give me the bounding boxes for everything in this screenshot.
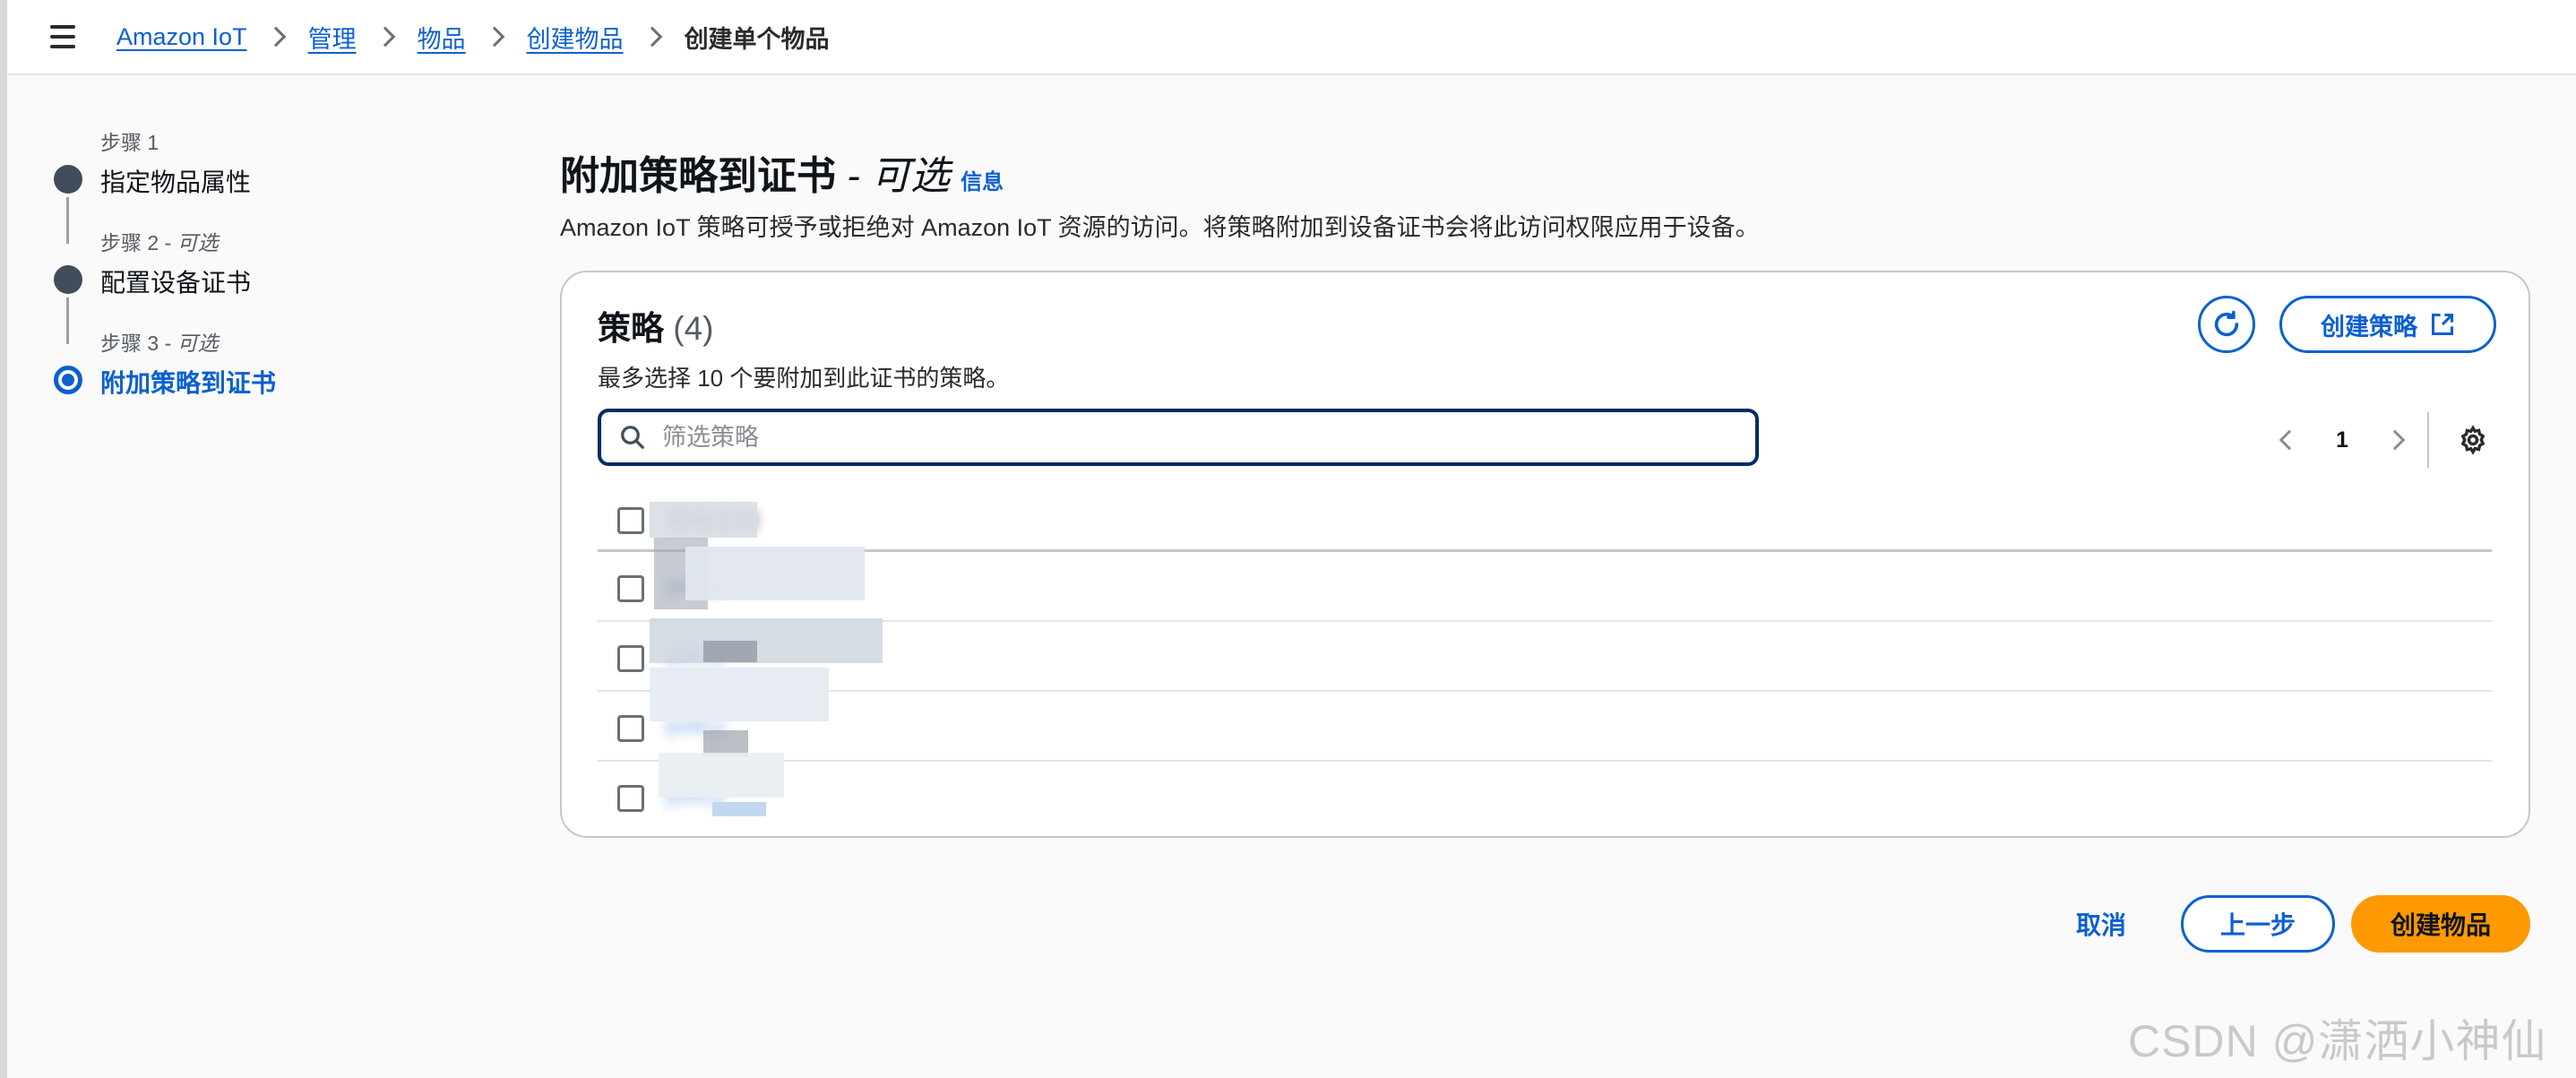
create-policy-label: 创建策略 [2321,313,2417,341]
cancel-button[interactable]: 取消 [2052,896,2150,952]
policies-table: 策略名称 policy policy policy policy [598,484,2492,832]
pagination: 1 [2279,412,2429,468]
breadcrumb: Amazon IoT 管理 物品 创建物品 创建单个物品 [116,20,830,55]
wizard-step-1[interactable]: 步骤 1 指定物品属性 [47,125,276,244]
policies-title: 策略 [598,310,664,347]
page-title-optional: - 可选 [836,154,951,198]
wizard-step-2[interactable]: 步骤 2 - 可选 配置设备证书 [47,226,276,344]
step-title: 配置设备证书 [100,269,252,297]
table-row: policy [598,762,2492,832]
policies-container: 策略 (4) 最多选择 10 个要附加到此证书的策略。 创建策略 筛选策略 1 … [560,271,2530,838]
policies-count: (4) [673,310,714,347]
page-title: 附加策略到证书 - 可选 信息 [560,143,1004,201]
breadcrumb-link-manage[interactable]: 管理 [308,20,357,55]
breadcrumb-current: 创建单个物品 [684,25,830,53]
wizard-steps: 步骤 1 指定物品属性 步骤 2 - 可选 配置设备证书 步骤 3 - 可选 附… [47,125,276,427]
step-current-icon [54,366,82,394]
wizard-step-3: 步骤 3 - 可选 附加策略到证书 [47,326,276,427]
row-checkbox[interactable] [617,645,644,672]
page-description: Amazon IoT 策略可授予或拒绝对 Amazon IoT 资源的访问。将策… [560,214,1760,241]
page: Amazon IoT 管理 物品 创建物品 创建单个物品 步骤 1 指定物品属性… [0,0,2576,1078]
left-edge [0,0,7,1078]
policy-name-link[interactable]: policy [666,642,725,669]
step-number: 步骤 2 - 可选 [100,231,219,254]
breadcrumb-link-create-things[interactable]: 创建物品 [527,20,624,55]
chevron-right-icon [265,26,286,47]
info-link[interactable]: 信息 [961,170,1004,194]
step-title: 指定物品属性 [100,168,252,196]
table-row: policy [598,552,2492,622]
policies-heading: 策略 (4) [598,301,714,349]
external-link-icon [2431,313,2454,336]
policy-name-link[interactable]: policy [666,572,725,599]
refresh-icon [2214,310,2239,337]
pagination-divider [2426,412,2429,468]
breadcrumb-link-amazon-iot[interactable]: Amazon IoT [116,23,247,51]
table-header-row: 策略名称 [598,484,2492,552]
step-number: 步骤 1 [100,131,159,154]
previous-step-button[interactable]: 上一步 [2181,895,2335,953]
filter-policies-input[interactable] [662,423,1719,452]
step-complete-icon [54,165,82,194]
step-number: 步骤 3 - 可选 [100,332,219,355]
create-policy-button[interactable]: 创建策略 [2279,296,2496,353]
chevron-right-icon [642,26,662,47]
breadcrumb-link-things[interactable]: 物品 [418,20,466,55]
filter-policies-field[interactable] [598,409,1759,466]
search-icon [621,426,644,449]
policy-name-link[interactable]: policy [666,781,725,809]
select-all-checkbox[interactable] [617,507,644,534]
chevron-right-icon[interactable] [2384,429,2406,451]
page-title-text: 附加策略到证书 [560,154,836,198]
chevron-right-icon [484,26,504,47]
row-checkbox[interactable] [617,715,644,742]
table-settings-button[interactable] [2451,418,2495,462]
table-row: policy [598,622,2492,692]
top-navigation: Amazon IoT 管理 物品 创建物品 创建单个物品 [7,0,2576,75]
chevron-left-icon[interactable] [2279,429,2300,451]
settings-icon [2460,425,2486,455]
watermark: CSDN @潇洒小神仙 [2128,1016,2547,1066]
row-checkbox[interactable] [617,785,644,812]
step-title-current: 附加策略到证书 [100,369,277,397]
create-thing-button[interactable]: 创建物品 [2351,895,2530,953]
page-number-current[interactable]: 1 [2336,427,2348,453]
refresh-button[interactable] [2198,296,2255,353]
table-row: policy [598,692,2492,762]
menu-icon[interactable] [50,21,82,53]
row-checkbox[interactable] [617,575,644,602]
column-header-policy-name[interactable]: 策略名称 [666,504,759,537]
policy-name-link[interactable]: policy [666,711,725,739]
chevron-right-icon [375,26,395,47]
policies-description: 最多选择 10 个要附加到此证书的策略。 [598,365,1010,392]
step-complete-icon [54,265,82,294]
